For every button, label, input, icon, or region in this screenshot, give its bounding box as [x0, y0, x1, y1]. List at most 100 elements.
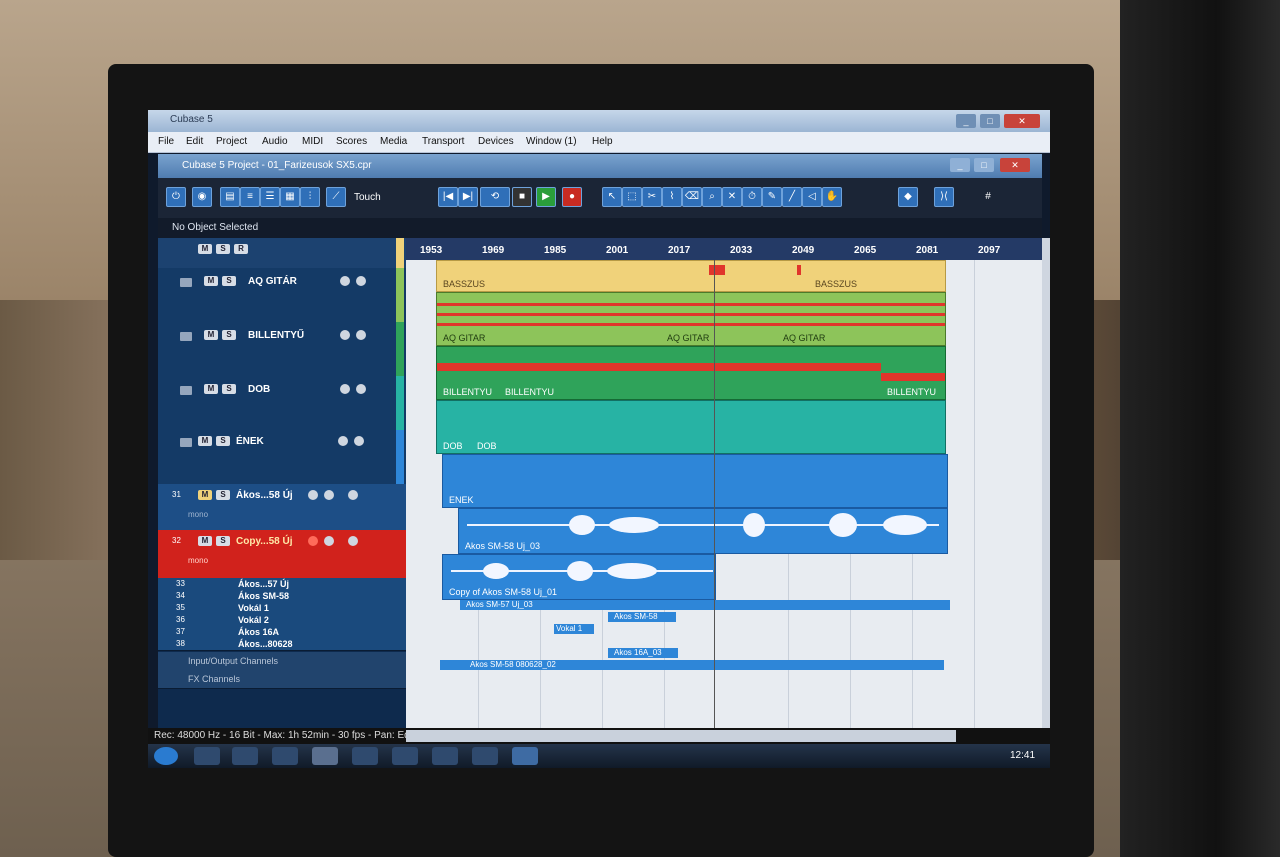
monitor-icon[interactable]: [354, 436, 364, 446]
mute-button[interactable]: M: [204, 384, 218, 394]
arrange-window[interactable]: 1953 1969 1985 2001 2017 2033 2049 2065 …: [406, 238, 1042, 728]
menu-devices[interactable]: Devices: [478, 136, 514, 147]
part-billentyu[interactable]: BILLENTYU BILLENTYU BILLENTYU: [436, 346, 946, 400]
app-icon[interactable]: [512, 747, 538, 765]
part-akos-57[interactable]: Akos SM-57 Uj_03: [460, 600, 950, 610]
part-enek[interactable]: ENEK: [442, 454, 948, 508]
track-enek[interactable]: M S ÉNEK: [158, 430, 406, 485]
play-icon[interactable]: ▶: [536, 187, 556, 207]
part-aq-gitar[interactable]: AQ GITAR AQ GITAR AQ GITAR: [436, 292, 946, 346]
view-mixer-icon[interactable]: ▦: [280, 187, 300, 207]
app-icon[interactable]: [352, 747, 378, 765]
grid-icon[interactable]: #: [978, 187, 998, 207]
global-solo-indicator[interactable]: S: [216, 244, 230, 254]
track-copy-32[interactable]: 32 M S Copy...58 Új mono: [158, 530, 406, 579]
app-icon[interactable]: [392, 747, 418, 765]
part-copy-audio[interactable]: Copy of Akos SM-58 Uj_01: [442, 554, 716, 600]
mute-tool-icon[interactable]: ✕: [722, 187, 742, 207]
global-read-indicator[interactable]: R: [234, 244, 248, 254]
project-maximize-button[interactable]: □: [974, 158, 994, 172]
erase-tool-icon[interactable]: ⌫: [682, 187, 702, 207]
solo-button[interactable]: S: [222, 330, 236, 340]
ruler[interactable]: 1953 1969 1985 2001 2017 2033 2049 2065 …: [406, 238, 1042, 260]
menu-window[interactable]: Window (1): [526, 136, 577, 147]
stop-icon[interactable]: ■: [512, 187, 532, 207]
close-button[interactable]: ✕: [1004, 114, 1040, 128]
part-akos-58[interactable]: Akos SM-58: [608, 612, 676, 622]
view-faders-icon[interactable]: ⫶: [300, 187, 320, 207]
camera-icon[interactable]: ◉: [192, 187, 212, 207]
track-akos-31[interactable]: 31 M S Ákos...58 Új mono: [158, 484, 406, 531]
split-tool-icon[interactable]: ✂: [642, 187, 662, 207]
mute-button[interactable]: M: [198, 536, 212, 546]
cubase-icon[interactable]: [312, 747, 338, 765]
track-aq-gitar[interactable]: M S AQ GITÁR: [158, 268, 406, 323]
mute-button[interactable]: M: [204, 330, 218, 340]
project-close-button[interactable]: ✕: [1000, 158, 1030, 172]
playback-cursor[interactable]: [714, 260, 715, 728]
menu-media[interactable]: Media: [380, 136, 407, 147]
menu-file[interactable]: File: [158, 136, 174, 147]
part-vokal[interactable]: Vokal 1: [554, 624, 594, 634]
record-enable-icon[interactable]: [340, 276, 350, 286]
solo-button[interactable]: S: [216, 536, 230, 546]
mute-button[interactable]: M: [198, 436, 212, 446]
solo-button[interactable]: S: [216, 490, 230, 500]
start-icon[interactable]: [154, 747, 178, 765]
go-to-end-icon[interactable]: ▶|: [458, 187, 478, 207]
hand-tool-icon[interactable]: ✋: [822, 187, 842, 207]
monitor-icon[interactable]: [356, 330, 366, 340]
part-akos-last[interactable]: Akos SM-58 080628_02: [440, 660, 944, 670]
menu-project[interactable]: Project: [216, 136, 247, 147]
zoom-tool-icon[interactable]: ⌕: [702, 187, 722, 207]
record-enable-icon[interactable]: [340, 330, 350, 340]
minimize-button[interactable]: _: [956, 114, 976, 128]
view-inspector-icon[interactable]: ☰: [260, 187, 280, 207]
project-minimize-button[interactable]: _: [950, 158, 970, 172]
solo-button[interactable]: S: [216, 436, 230, 446]
edit-channel-icon[interactable]: [348, 490, 358, 500]
cycle-icon[interactable]: ⟲: [480, 187, 510, 207]
edit-channel-icon[interactable]: [348, 536, 358, 546]
speaker-tool-icon[interactable]: ◁: [802, 187, 822, 207]
glue-tool-icon[interactable]: ⌇: [662, 187, 682, 207]
power-icon[interactable]: ⏻: [166, 187, 186, 207]
folder-io-channels[interactable]: Input/Output Channels: [158, 652, 406, 671]
line-tool-icon[interactable]: ╱: [782, 187, 802, 207]
folder-fx-channels[interactable]: FX Channels: [158, 670, 406, 689]
record-enable-icon[interactable]: [308, 490, 318, 500]
app-icon[interactable]: [432, 747, 458, 765]
monitor-icon[interactable]: [356, 384, 366, 394]
horizontal-scrollbar[interactable]: [406, 730, 956, 742]
part-akos-16a[interactable]: Akos 16A_03: [608, 648, 678, 658]
record-icon[interactable]: ●: [562, 187, 582, 207]
track-dob[interactable]: M S DOB: [158, 376, 406, 431]
view-list-icon[interactable]: ≡: [240, 187, 260, 207]
view-left-icon[interactable]: ▤: [220, 187, 240, 207]
snap-icon[interactable]: ◆: [898, 187, 918, 207]
menu-help[interactable]: Help: [592, 136, 613, 147]
solo-button[interactable]: S: [222, 384, 236, 394]
app-icon[interactable]: [272, 747, 298, 765]
part-akos-audio[interactable]: Akos SM-58 Uj_03: [458, 508, 948, 554]
record-enable-icon[interactable]: [308, 536, 318, 546]
mute-button[interactable]: M: [198, 490, 212, 500]
solo-button[interactable]: S: [222, 276, 236, 286]
track-38[interactable]: 38 Ákos...80628: [158, 638, 406, 651]
snap-to-zero-icon[interactable]: ⟩⟨: [934, 187, 954, 207]
menu-edit[interactable]: Edit: [186, 136, 203, 147]
global-mute-indicator[interactable]: M: [198, 244, 212, 254]
monitor-icon[interactable]: [356, 276, 366, 286]
maximize-button[interactable]: □: [980, 114, 1000, 128]
draw-tool-icon[interactable]: ✎: [762, 187, 782, 207]
range-tool-icon[interactable]: ⬚: [622, 187, 642, 207]
menu-midi[interactable]: MIDI: [302, 136, 323, 147]
record-enable-icon[interactable]: [340, 384, 350, 394]
menu-transport[interactable]: Transport: [422, 136, 464, 147]
part-basszus[interactable]: BASSZUS BASSZUS: [436, 260, 946, 292]
record-enable-icon[interactable]: [338, 436, 348, 446]
mute-button[interactable]: M: [204, 276, 218, 286]
menu-scores[interactable]: Scores: [336, 136, 367, 147]
part-dob[interactable]: DOB DOB: [436, 400, 946, 454]
vertical-scrollbar[interactable]: [1042, 238, 1050, 728]
